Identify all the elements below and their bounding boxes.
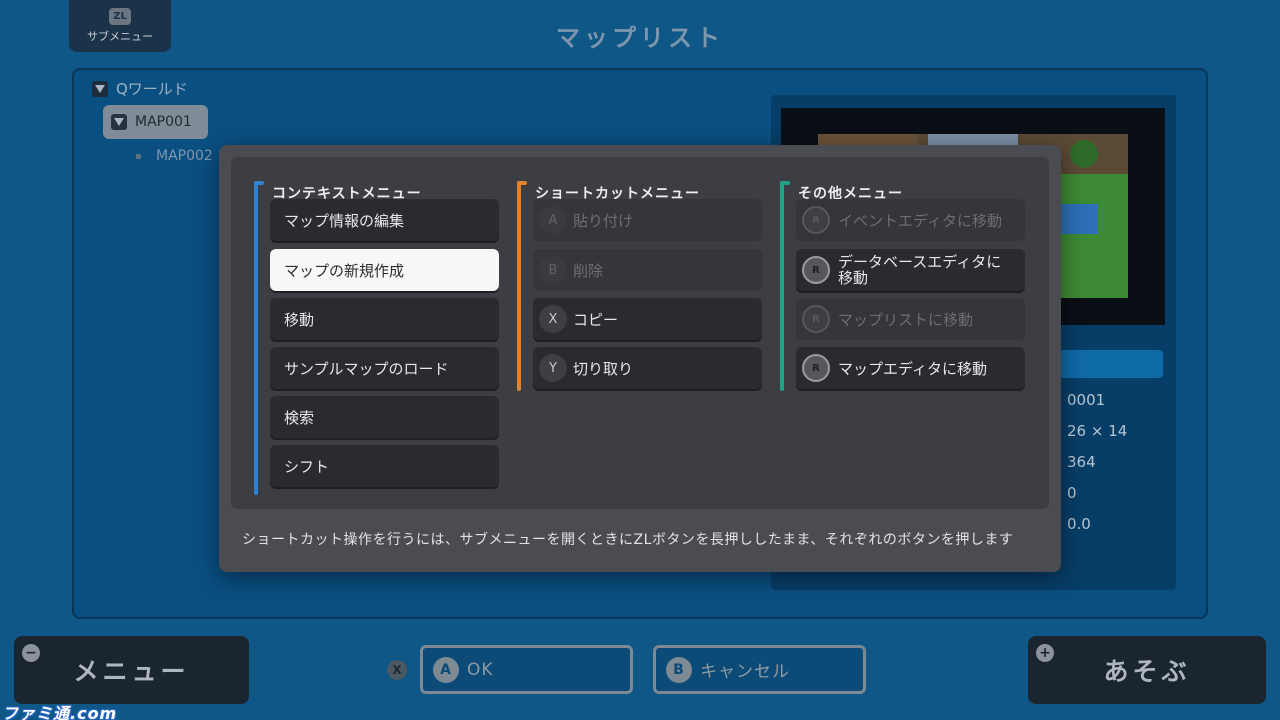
cancel-label: キャンセル [700,662,790,682]
tree-item-map001[interactable]: MAP001 [103,105,208,139]
menu-item-label: 貼り付け [573,211,634,230]
menu-item-label: イベントエディタに移動 [838,211,1002,230]
menu-item-paste[interactable]: A 貼り付け [533,199,762,241]
stat-event-count: 0 [1067,484,1077,502]
r-stick-icon: R [802,305,830,333]
menu-item-label: マップエディタに移動 [838,359,987,378]
menu-item-label: マップリストに移動 [838,310,974,329]
b-button-icon: B [539,256,567,284]
x-button-icon: X [387,660,407,680]
menu-item-label: マップの新規作成 [284,261,405,280]
stat-map-id: 0001 [1067,391,1106,409]
menu-item-go-database-editor[interactable]: R データベースエディタに 移動 [796,249,1025,291]
menu-item-label: データベースエディタに 移動 [838,254,1001,286]
column-accent-bar [517,181,527,391]
tree-item-map002[interactable]: MAP002 [136,148,213,164]
ok-label: OK [467,659,494,680]
menu-item-label-line2: 移動 [838,269,869,287]
cancel-button[interactable]: B キャンセル [653,645,866,694]
menu-item-label: コピー [573,310,619,329]
menu-item-copy[interactable]: X コピー [533,298,762,340]
menu-item-move[interactable]: 移動 [270,298,499,340]
menu-item-cut[interactable]: Y 切り取り [533,347,762,389]
water-area [1058,204,1098,234]
bullet-icon [136,153,141,159]
menu-item-shift[interactable]: シフト [270,445,499,487]
menu-item-edit-map-info[interactable]: マップ情報の編集 [270,199,499,241]
r-stick-icon: R [802,206,830,234]
stat-map-size: 26 × 14 [1067,422,1128,440]
preview-highlight-bar [1060,350,1163,378]
menu-item-label: 削除 [573,261,604,280]
a-button-icon: A [433,656,459,683]
r-stick-icon: R [802,256,830,284]
tree-root-label: Qワールド [116,80,188,98]
menu-item-label: 切り取り [573,359,634,378]
menu-item-label: マップ情報の編集 [284,211,405,230]
column-accent-bar [254,181,264,495]
menu-item-search[interactable]: 検索 [270,396,499,438]
tree-item-label: MAP002 [156,148,213,164]
ok-button[interactable]: A OK [420,645,633,694]
menu-item-go-map-list[interactable]: R マップリストに移動 [796,298,1025,340]
submenu-columns: コンテキストメニュー マップ情報の編集 マップの新規作成 移動 サンプルマップの… [231,157,1049,509]
collapse-triangle-icon[interactable] [111,114,127,130]
y-button-icon: Y [539,354,567,382]
grass-area [1058,174,1128,298]
stat-value: 0.0 [1067,515,1091,533]
menu-button[interactable]: − メニュー [14,636,249,704]
play-label: あそぶ [1103,657,1191,686]
menu-item-label: シフト [284,457,330,476]
menu-item-label: サンプルマップのロード [284,359,449,378]
page-title: マップリスト [556,24,724,52]
collapse-triangle-icon[interactable] [92,80,108,97]
x-button-icon: X [539,305,567,333]
tree-item-label: MAP001 [135,114,192,130]
minus-button-icon: − [22,644,40,662]
menu-item-label: 移動 [284,310,315,329]
stat-tile-count: 364 [1067,453,1096,471]
menu-label: メニュー [73,657,190,686]
menu-item-load-sample-map[interactable]: サンプルマップのロード [270,347,499,389]
plus-button-icon: + [1036,644,1054,662]
a-button-icon: A [539,206,567,234]
tree-icon [1070,140,1098,168]
column-accent-bar [780,181,790,391]
menu-item-label: 検索 [284,408,315,427]
r-stick-icon: R [802,354,830,382]
watermark-logo: ファミ通.com [2,704,118,720]
menu-item-delete[interactable]: B 削除 [533,249,762,291]
shortcut-hint: ショートカット操作を行うには、サブメニューを開くときにZLボタンを長押ししたまま… [242,532,1014,548]
menu-item-go-event-editor[interactable]: R イベントエディタに移動 [796,199,1025,241]
play-button[interactable]: + あそぶ [1028,636,1266,704]
menu-item-new-map[interactable]: マップの新規作成 [270,249,499,291]
menu-item-go-map-editor[interactable]: R マップエディタに移動 [796,347,1025,389]
b-button-icon: B [666,656,692,683]
submenu-dialog: コンテキストメニュー マップ情報の編集 マップの新規作成 移動 サンプルマップの… [219,145,1061,572]
tree-root[interactable]: Qワールド [92,78,188,99]
